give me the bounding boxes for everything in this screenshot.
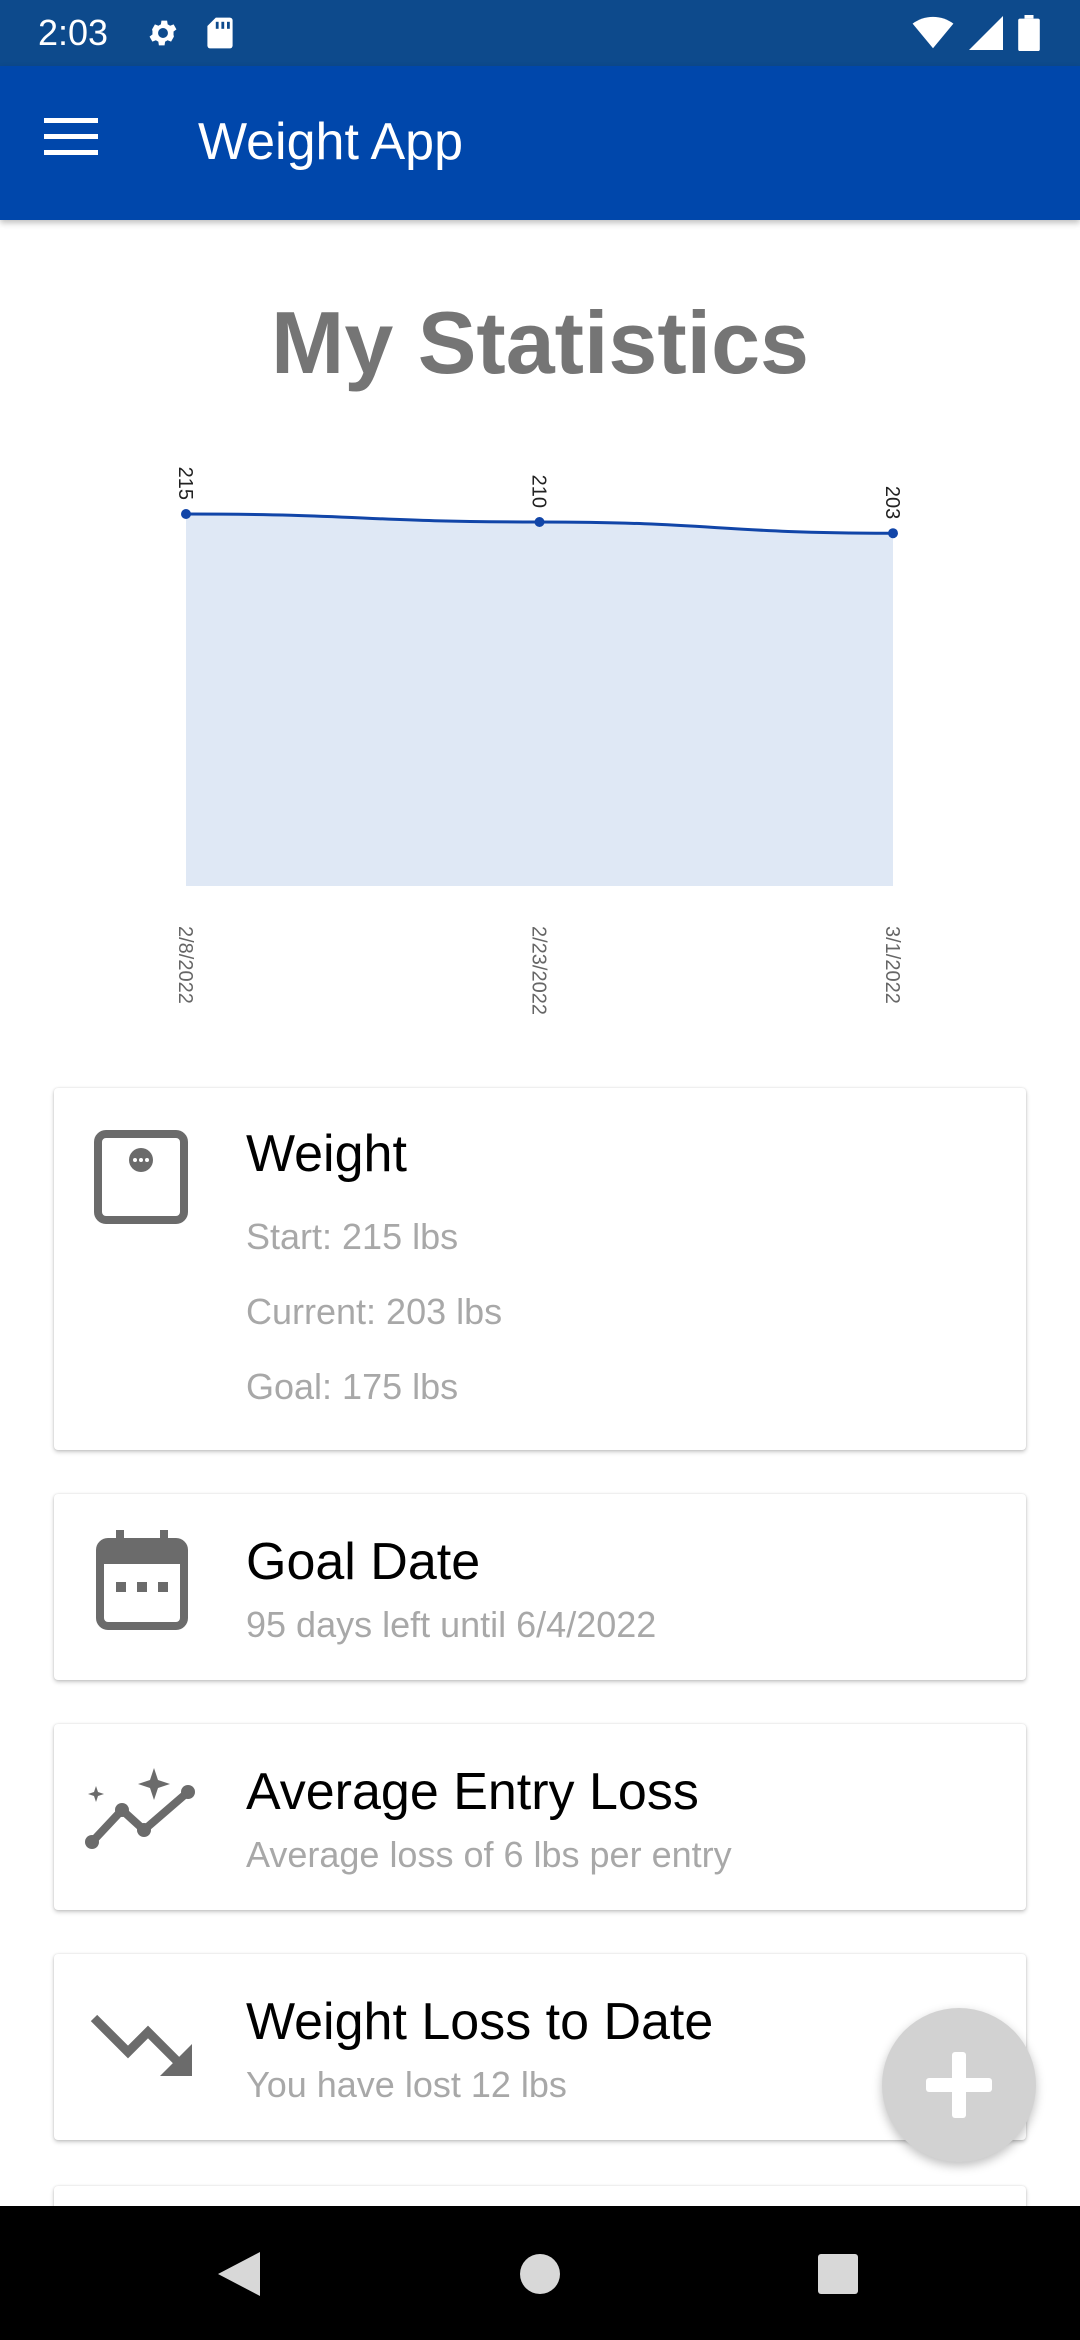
weight-current: Current: 203 lbs xyxy=(246,1291,503,1332)
weight-loss-to-date-text: You have lost 12 lbs xyxy=(246,2064,567,2105)
trend-sparkle-icon xyxy=(85,1768,195,1849)
app-bar: Weight App xyxy=(0,66,1080,220)
weight-loss-to-date-title: Weight Loss to Date xyxy=(246,1993,714,2051)
weight-start: Start: 215 lbs xyxy=(246,1216,459,1257)
page-title: My Statistics xyxy=(271,293,809,392)
status-time: 2:03 xyxy=(38,12,109,53)
navigation-bar xyxy=(0,2206,1080,2340)
chart-point xyxy=(888,528,898,539)
average-entry-loss-card[interactable]: Average Entry Loss Average loss of 6 lbs… xyxy=(54,1724,1026,1910)
battery-icon xyxy=(1018,15,1040,51)
chart-data-label: 203 xyxy=(881,486,903,519)
sd-card-icon xyxy=(207,17,233,49)
weight-chart: 215 2/8/2022 210 2/23/2022 203 3/1/2022 xyxy=(174,467,903,1015)
home-icon[interactable] xyxy=(520,2254,560,2294)
wifi-icon xyxy=(912,16,954,49)
goal-date-title: Goal Date xyxy=(246,1533,481,1591)
back-icon[interactable] xyxy=(218,2252,260,2296)
weight-goal: Goal: 175 lbs xyxy=(246,1366,459,1407)
chart-point xyxy=(534,517,545,527)
signal-icon xyxy=(969,16,1003,50)
weight-loss-to-date-card[interactable]: Weight Loss to Date You have lost 12 lbs xyxy=(54,1954,1026,2140)
chart-data-label: 215 xyxy=(174,467,196,500)
chart-x-tick-label: 3/1/2022 xyxy=(881,926,903,1004)
app-title: Weight App xyxy=(198,113,464,171)
scale-icon xyxy=(94,1130,188,1224)
weight-card-title: Weight xyxy=(246,1125,407,1183)
weight-card[interactable]: Weight Start: 215 lbs Current: 203 lbs G… xyxy=(54,1088,1026,1450)
goal-date-text: 95 days left until 6/4/2022 xyxy=(246,1604,657,1645)
chart-x-tick-label: 2/23/2022 xyxy=(528,926,550,1015)
calendar-icon xyxy=(96,1530,188,1630)
average-entry-loss-title: Average Entry Loss xyxy=(246,1763,699,1821)
trending-down-icon xyxy=(90,2014,192,2076)
status-icons-left xyxy=(146,14,234,52)
chart-data-label: 210 xyxy=(528,475,550,508)
chart-point xyxy=(181,509,191,519)
average-entry-loss-text: Average loss of 6 lbs per entry xyxy=(246,1834,732,1875)
add-entry-button[interactable] xyxy=(882,2008,1036,2162)
hamburger-menu-icon xyxy=(44,118,98,155)
chart-x-tick-label: 2/8/2022 xyxy=(174,926,196,1004)
gear-icon xyxy=(149,20,177,46)
goal-date-card[interactable]: Goal Date 95 days left until 6/4/2022 xyxy=(54,1494,1026,1680)
chart-area-fill xyxy=(186,514,893,886)
recents-icon[interactable] xyxy=(818,2254,858,2294)
menu-button[interactable] xyxy=(44,118,110,168)
status-bar: 2:03 xyxy=(0,0,1080,66)
plus-icon xyxy=(926,2052,992,2118)
status-icons-right xyxy=(912,14,1040,52)
